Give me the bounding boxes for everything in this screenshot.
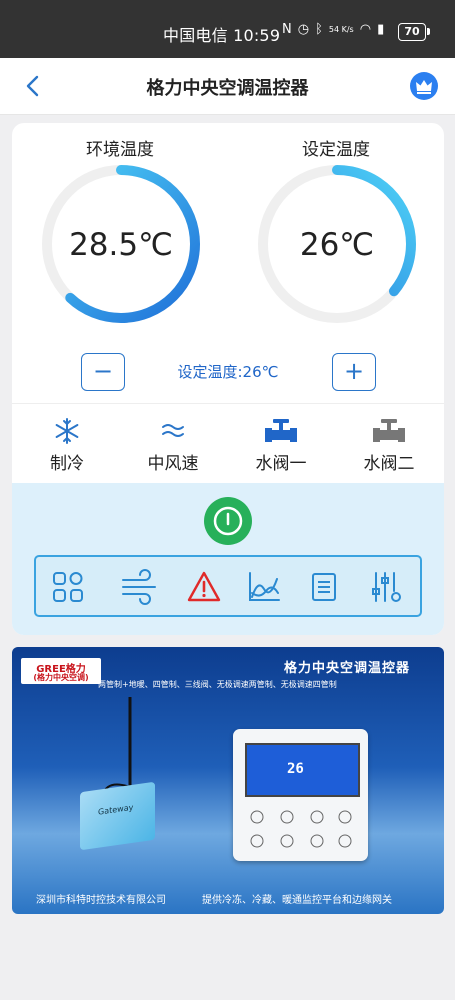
signal-icon: ▮ [377, 22, 385, 37]
wifi-icon: ◠ [359, 22, 372, 37]
bluetooth-icon: ᛒ [315, 22, 323, 37]
power-button[interactable] [204, 497, 252, 545]
snowflake-icon [55, 418, 79, 444]
vip-button[interactable] [410, 72, 438, 100]
company-slogan: 提供冷冻、冷藏、暖通监控平台和边缘网关 [202, 895, 392, 906]
gree-logo: GREE格力 (格力中央空调) [21, 658, 101, 684]
panel-reading: 26 [287, 761, 304, 777]
battery-icon: 70 [398, 23, 430, 41]
ambient-temp-value: 28.5℃ [69, 227, 173, 263]
list-icon [312, 573, 336, 601]
grid-icon [53, 572, 83, 602]
wind-flow-icon [122, 569, 156, 605]
panel-buttons [250, 810, 352, 848]
mode-fan-speed-label: 中风速 [147, 454, 199, 474]
divider [12, 403, 444, 404]
banner-subtitle: 两管制+地暖、四管制、三线阀、无极调速两管制、无极调速四管制 [98, 680, 337, 689]
setpoint-temp-value: 26℃ [299, 227, 375, 263]
warning-icon [187, 571, 221, 602]
ambient-temp-label: 环境温度 [86, 140, 154, 160]
valve-gray-icon [373, 419, 405, 442]
setpoint-text: 设定温度:26℃ [177, 363, 279, 381]
mode-valve-1[interactable]: 水阀一 [236, 415, 326, 474]
mode-valve-2[interactable]: 水阀二 [344, 415, 434, 474]
mode-valve-1-label: 水阀一 [255, 454, 307, 474]
wind-icon [162, 424, 184, 437]
thermostat-panel-image: 26 [233, 729, 368, 861]
status-icons: N ◷ ᛒ 54 K/s ◠ ▮ [282, 22, 384, 37]
status-bar: 中国电信 10:59 N ◷ ᛒ 54 K/s ◠ ▮ 70 [0, 0, 455, 58]
logo-sub: (格力中央空调) [33, 673, 89, 682]
product-banner[interactable]: GREE格力 (格力中央空调) 格力中央空调温控器 两管制+地暖、四管制、三线阀… [12, 647, 444, 914]
crown-icon [416, 80, 432, 94]
thermostat-screen: 26 [245, 743, 360, 797]
gateway-device-image: Gateway [80, 781, 155, 851]
airflow-button[interactable] [120, 569, 160, 605]
power-icon [213, 506, 243, 536]
mode-fan-speed[interactable]: 中风速 [128, 415, 218, 474]
action-area [12, 483, 444, 635]
nfc-icon: N [282, 22, 292, 37]
setpoint-temp-label: 设定温度 [302, 140, 370, 160]
mode-valve-2-label: 水阀二 [363, 454, 415, 474]
alarm-button[interactable] [186, 569, 222, 605]
settings-sliders-icon [372, 572, 401, 602]
mode-cool-label: 制冷 [50, 454, 84, 474]
status-carrier-time: 中国电信 10:59 [163, 26, 281, 45]
mode-cool[interactable]: 制冷 [22, 415, 112, 474]
records-button[interactable] [306, 569, 342, 605]
page-title: 格力中央空调温控器 [146, 78, 309, 99]
nav-bar: 格力中央空调温控器 [0, 58, 455, 115]
company-name: 深圳市科特时控技术有限公司 [36, 895, 166, 906]
valve-blue-icon [265, 419, 297, 442]
trend-chart-button[interactable] [246, 569, 282, 605]
chart-icon [249, 572, 280, 601]
menu-grid-button[interactable] [50, 569, 86, 605]
increase-temp-button[interactable]: + [332, 353, 376, 391]
gateway-label: Gateway [98, 802, 134, 817]
alarm-icon: ◷ [297, 22, 310, 37]
control-card: 环境温度 28.5℃ 设定温度 26℃ − 设定温度:26℃ + 制冷 中风速 … [12, 123, 444, 635]
tool-bar [34, 555, 422, 617]
banner-title: 格力中央空调温控器 [284, 661, 411, 676]
network-speed: 54 K/s [328, 24, 354, 34]
parameter-settings-button[interactable] [368, 569, 404, 605]
